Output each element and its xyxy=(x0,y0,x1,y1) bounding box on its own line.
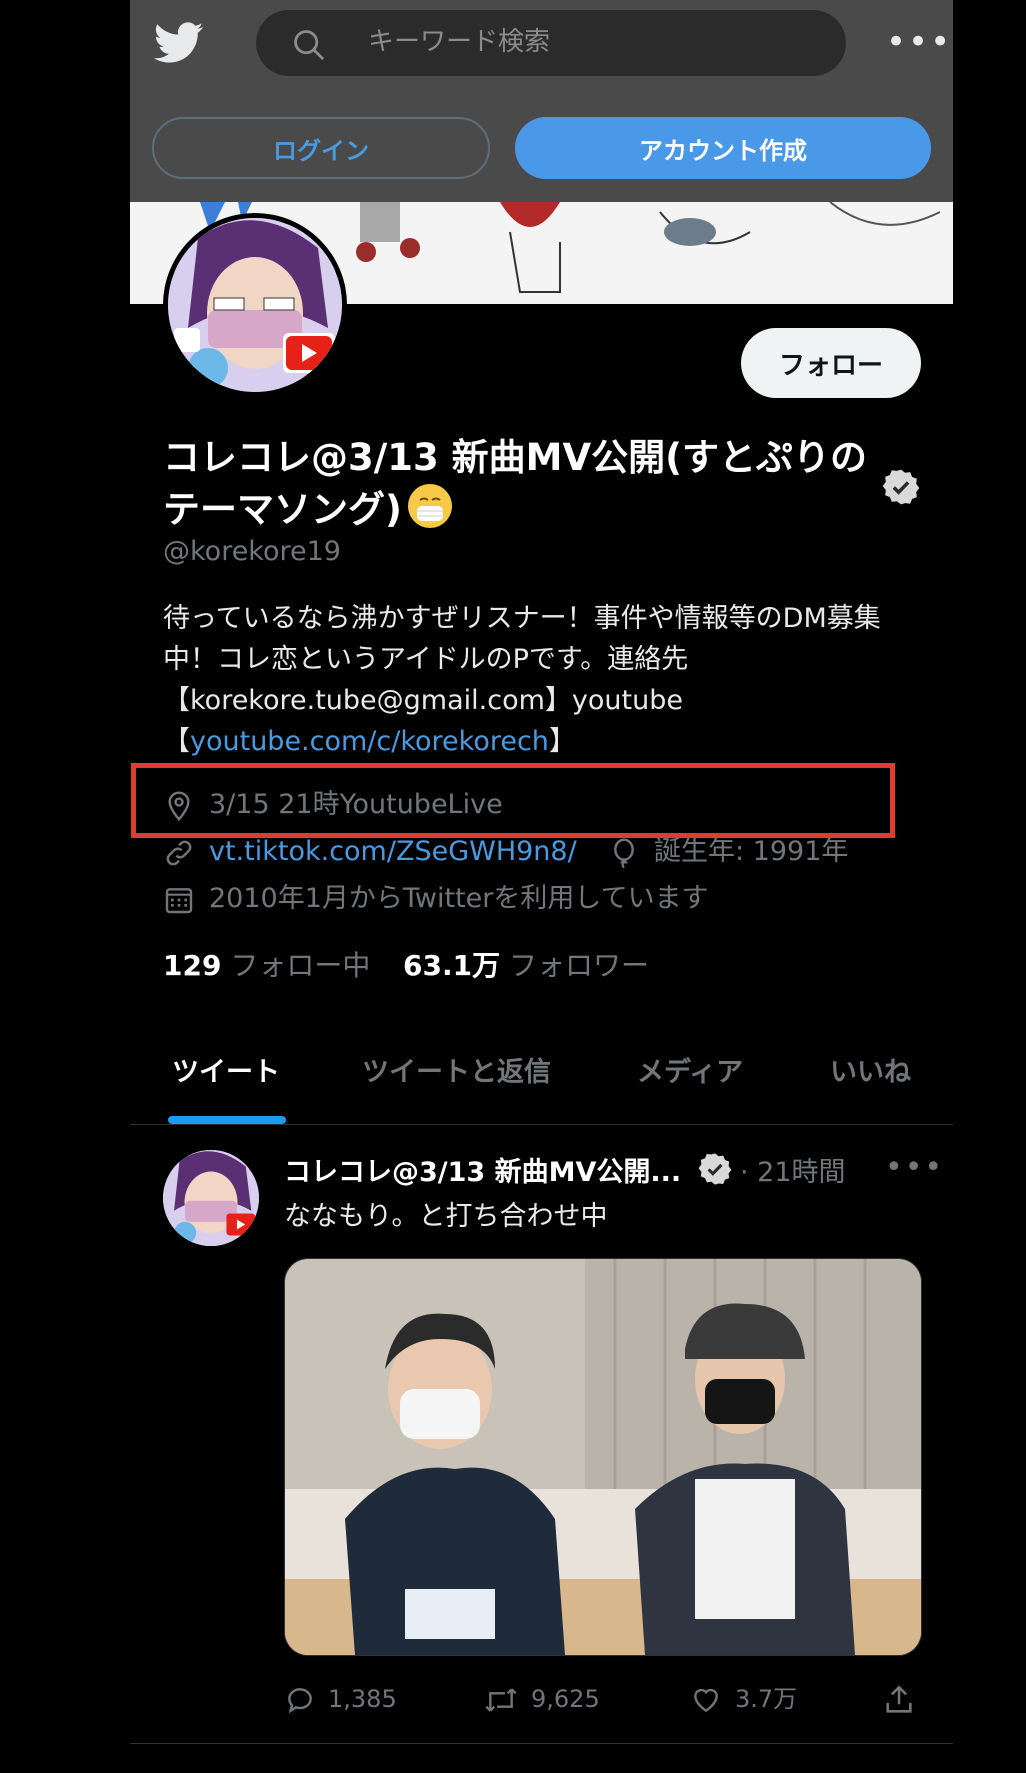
reply-icon xyxy=(288,1688,312,1714)
profile-bio: 待っているなら沸かすぜリスナー！事件や情報等のDM募集中！コレ恋というアイドルの… xyxy=(163,598,923,762)
share-action[interactable] xyxy=(882,1680,928,1718)
birthday-text: 誕生年: 1991年 xyxy=(654,836,849,867)
like-count: 3.7万 xyxy=(735,1685,798,1713)
twitter-bird-icon[interactable] xyxy=(154,22,204,64)
profile-website: vt.tiktok.com/ZSeGWH9n8/ xyxy=(163,834,577,870)
website-link[interactable]: vt.tiktok.com/ZSeGWH9n8/ xyxy=(209,836,577,867)
following-label: フォロー中 xyxy=(230,949,371,982)
following-stat[interactable]: 129 フォロー中 xyxy=(163,948,370,984)
profile-birthday: 誕生年: 1991年 xyxy=(608,834,848,870)
profile-joined: 2010年1月からTwitterを利用しています xyxy=(163,881,709,917)
profile-location: 3/15 21時YoutubeLive xyxy=(163,787,503,823)
verified-badge-icon xyxy=(882,469,920,505)
joined-text: 2010年1月からTwitterを利用しています xyxy=(209,883,709,914)
tweet-more-icon[interactable]: ••• xyxy=(885,1150,944,1185)
balloon-icon xyxy=(614,838,634,869)
tweet-text: ななもり。と打ち合わせ中 xyxy=(284,1201,608,1232)
profile-avatar[interactable] xyxy=(163,213,347,397)
reply-action[interactable]: 1,385 xyxy=(284,1680,397,1718)
profile-handle: @korekore19 xyxy=(163,536,341,567)
profile-display-name: コレコレ@3/13 新曲MV公開(すとぷりのテーマソング) xyxy=(163,432,883,536)
following-count: 129 xyxy=(163,949,222,982)
tab-tweets-and-replies[interactable]: ツイートと返信 xyxy=(362,1050,551,1089)
retweet-icon xyxy=(485,1688,517,1712)
create-account-button[interactable]: アカウント作成 xyxy=(515,117,931,179)
followers-label: フォロワー xyxy=(509,949,650,982)
share-icon xyxy=(886,1685,912,1713)
search-placeholder: キーワード検索 xyxy=(368,27,551,57)
followers-count: 63.1万 xyxy=(403,949,501,982)
tweet-photo[interactable] xyxy=(284,1258,922,1656)
link-icon xyxy=(166,840,192,866)
avatar-illustration xyxy=(168,218,342,392)
like-action[interactable]: 3.7万 xyxy=(689,1680,797,1718)
photo-meeting-image xyxy=(285,1259,921,1655)
location-text: 3/15 21時YoutubeLive xyxy=(209,789,503,820)
tweet-timestamp[interactable]: · 21時間 xyxy=(740,1150,846,1189)
profile-tabs: ツイート ツイートと返信 メディア いいね xyxy=(130,1040,953,1125)
more-options-icon[interactable]: ••• xyxy=(886,22,952,62)
top-bar: キーワード検索 ••• ログイン アカウント作成 xyxy=(130,0,953,202)
retweet-count: 9,625 xyxy=(531,1685,600,1713)
bio-youtube-link[interactable]: youtube.com/c/korekorech xyxy=(190,726,549,757)
tweet-author-name[interactable]: コレコレ@3/13 新曲MV公開... xyxy=(284,1150,681,1189)
tab-likes[interactable]: いいね xyxy=(830,1050,911,1089)
tweet-verified-badge-icon xyxy=(698,1153,732,1185)
tweet-divider xyxy=(130,1743,953,1744)
tab-tweets[interactable]: ツイート xyxy=(172,1050,280,1089)
search-input[interactable]: キーワード検索 xyxy=(256,10,846,76)
mask-emoji-icon xyxy=(407,484,452,528)
search-icon xyxy=(294,30,325,61)
login-button[interactable]: ログイン xyxy=(152,117,490,179)
followers-stat[interactable]: 63.1万 フォロワー xyxy=(403,948,649,984)
display-name-text: コレコレ@3/13 新曲MV公開(すとぷりのテーマソング) xyxy=(163,436,867,531)
bio-end: 】 xyxy=(548,726,576,757)
tweet-avatar[interactable] xyxy=(163,1150,259,1246)
tab-media[interactable]: メディア xyxy=(637,1050,743,1089)
retweet-action[interactable]: 9,625 xyxy=(483,1680,600,1718)
calendar-icon xyxy=(165,888,193,914)
location-pin-icon xyxy=(168,791,190,822)
active-tab-indicator xyxy=(168,1116,286,1124)
follow-button[interactable]: フォロー xyxy=(741,328,921,398)
heart-icon xyxy=(694,1688,718,1713)
reply-count: 1,385 xyxy=(328,1685,397,1713)
